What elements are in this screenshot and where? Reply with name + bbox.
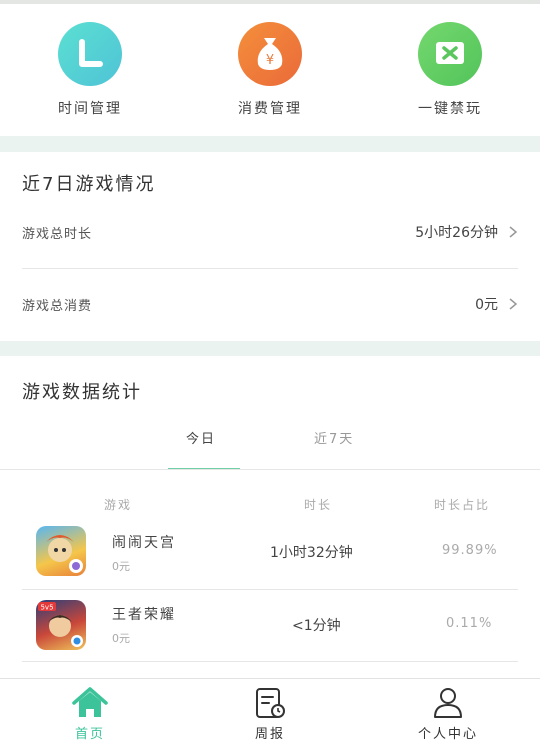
nav-weekly-report-label: 周报 bbox=[254, 727, 285, 742]
home-icon bbox=[72, 687, 108, 717]
money-bag-icon: ¥ bbox=[238, 22, 302, 86]
header-game: 游戏 bbox=[104, 498, 133, 512]
tabs-divider bbox=[0, 469, 540, 470]
spending-management-button[interactable]: ¥ 消费管理 bbox=[200, 18, 340, 118]
time-management-button[interactable]: 时间管理 bbox=[20, 18, 160, 118]
bottom-nav: 首页 周报 个人中心 bbox=[0, 678, 540, 750]
spending-management-label: 消费管理 bbox=[238, 101, 302, 117]
svg-text:5v5: 5v5 bbox=[40, 604, 53, 612]
tab-today[interactable]: 今日 bbox=[186, 428, 216, 447]
time-management-label: 时间管理 bbox=[58, 101, 122, 117]
total-play-time-value: 5小时26分钟 bbox=[415, 225, 498, 241]
game-icon-wangzhe: 5v5 bbox=[36, 600, 86, 650]
nav-home[interactable]: 首页 bbox=[30, 687, 150, 742]
total-spending-row[interactable]: 游戏总消费 0元 bbox=[22, 274, 518, 334]
chevron-right-icon bbox=[509, 226, 518, 238]
quick-actions-panel: 时间管理 ¥ 消费管理 一键禁玩 bbox=[0, 4, 540, 136]
nav-profile-label: 个人中心 bbox=[417, 727, 478, 742]
game-stats-title: 游戏数据统计 bbox=[22, 382, 142, 403]
nav-profile[interactable]: 个人中心 bbox=[388, 687, 508, 742]
game-duration: <1分钟 bbox=[292, 618, 341, 634]
header-duration: 时长 bbox=[304, 498, 333, 512]
game-name: 闹闹天宫 bbox=[112, 535, 176, 551]
block-play-button[interactable]: 一键禁玩 bbox=[380, 18, 520, 118]
total-spending-label: 游戏总消费 bbox=[22, 298, 93, 314]
game-cost: 0元 bbox=[112, 632, 130, 645]
report-icon bbox=[256, 688, 285, 718]
header-share: 时长占比 bbox=[434, 498, 491, 512]
game-share: 99.89% bbox=[442, 543, 498, 558]
total-spending-value: 0元 bbox=[475, 297, 498, 313]
game-name: 王者荣耀 bbox=[112, 607, 176, 623]
divider bbox=[22, 589, 518, 590]
total-play-time-label: 游戏总时长 bbox=[22, 226, 93, 242]
total-play-time-row[interactable]: 游戏总时长 5小时26分钟 bbox=[22, 202, 518, 262]
game-duration: 1小时32分钟 bbox=[270, 545, 353, 561]
block-play-label: 一键禁玩 bbox=[418, 101, 482, 117]
nav-home-label: 首页 bbox=[74, 727, 105, 742]
tab-last-7-days[interactable]: 近7天 bbox=[314, 428, 354, 447]
recent-7-days-title: 近7日游戏情况 bbox=[22, 174, 156, 195]
block-play-icon bbox=[418, 22, 482, 86]
recent-7-days-section: 近7日游戏情况 游戏总时长 5小时26分钟 游戏总消费 0元 bbox=[0, 152, 540, 341]
time-management-icon bbox=[58, 22, 122, 86]
game-share: 0.11% bbox=[446, 616, 493, 631]
svg-text:¥: ¥ bbox=[266, 53, 274, 68]
divider bbox=[22, 661, 518, 662]
chevron-right-icon bbox=[509, 298, 518, 310]
user-icon bbox=[434, 688, 462, 718]
nav-weekly-report[interactable]: 周报 bbox=[210, 687, 330, 742]
game-stats-section: 游戏数据统计 今日 近7天 游戏 时长 时长占比 闹闹天宫 0元 1小时32分钟… bbox=[0, 356, 540, 678]
game-icon-naonao bbox=[36, 526, 86, 576]
divider bbox=[22, 268, 518, 269]
game-cost: 0元 bbox=[112, 560, 130, 573]
